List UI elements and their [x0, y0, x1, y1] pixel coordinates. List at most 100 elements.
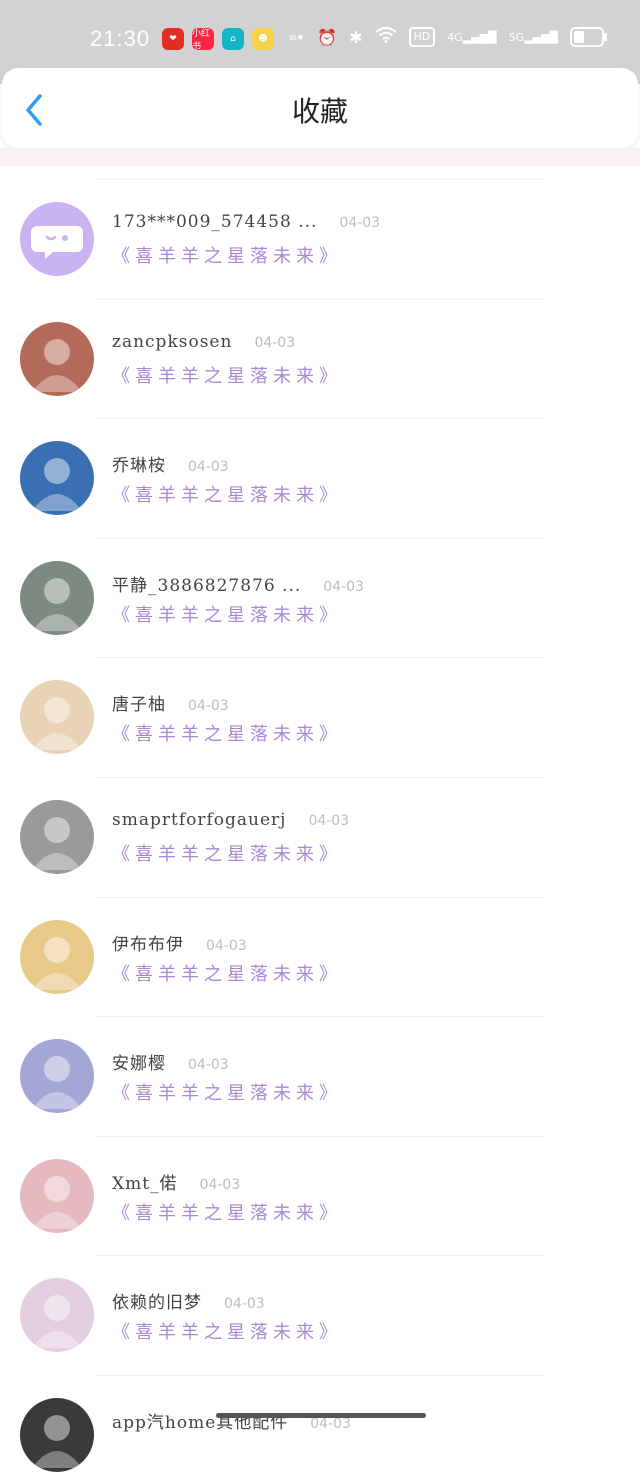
list-item[interactable]: 依赖的旧梦 04-03 《喜羊羊之星落未来》: [0, 1242, 640, 1362]
favorites-list: 173***009_574458 ... 04-03 《喜羊羊之星落未来》 zancp…: [0, 166, 640, 1482]
notification-app-icons: ❤ 小红书 ⌂ ☻ ✉: [162, 28, 304, 52]
alarm-icon: ⏰: [317, 27, 338, 47]
xiaohongshu-icon: 小红书: [192, 28, 214, 52]
user-photo-icon: [32, 697, 82, 751]
work-title[interactable]: 《喜羊羊之星落未来》: [112, 1199, 342, 1225]
list-item[interactable]: smaprtforfogauerj 04-03 《喜羊羊之星落未来》: [0, 764, 640, 884]
avatar[interactable]: [20, 919, 94, 994]
divider: [96, 1135, 544, 1137]
user-photo-icon: [32, 816, 82, 870]
name-row: zancpksosen 04-03: [112, 332, 295, 352]
list-item[interactable]: 安娜樱 04-03 《喜羊羊之星落未来》: [0, 1003, 640, 1123]
list-item[interactable]: Xmt_偌 04-03 《喜羊羊之星落未来》: [0, 1123, 640, 1243]
list-item[interactable]: 乔琳桉 04-03 《喜羊羊之星落未来》: [0, 405, 640, 525]
hd-badge: HD: [408, 27, 436, 47]
name-row: 安娜樱 04-03: [112, 1049, 229, 1074]
wifi-icon: [374, 27, 397, 47]
list-item[interactable]: 173***009_574458 ... 04-03 《喜羊羊之星落未来》: [0, 166, 640, 286]
avatar[interactable]: [20, 321, 94, 396]
username[interactable]: app汽home其他配件: [112, 1408, 288, 1433]
username[interactable]: zancpksosen: [112, 332, 232, 352]
divider: [96, 418, 544, 420]
username[interactable]: 唐子柚: [112, 690, 166, 715]
divider: [96, 1016, 544, 1018]
date: 04-03: [188, 698, 229, 715]
divider: [96, 537, 544, 539]
avatar[interactable]: [20, 441, 94, 516]
work-title[interactable]: 《喜羊羊之星落未来》: [112, 242, 342, 268]
page-title: 收藏: [291, 95, 348, 128]
name-row: smaprtforfogauerj 04-03: [112, 810, 349, 830]
avatar[interactable]: [20, 1397, 94, 1472]
battery-icon: [570, 27, 607, 47]
user-photo-icon: [32, 1056, 82, 1110]
date: 04-03: [254, 334, 296, 351]
name-row: 伊布布伊 04-03: [112, 930, 247, 955]
status-time: 21:30: [90, 26, 151, 51]
avatar[interactable]: [20, 799, 94, 874]
bluetooth-icon: ✱: [349, 27, 363, 47]
work-title[interactable]: 《喜羊羊之星落未来》: [112, 1318, 342, 1344]
work-title[interactable]: 《喜羊羊之星落未来》: [112, 1079, 342, 1105]
username[interactable]: 安娜樱: [112, 1049, 166, 1074]
date: 04-03: [199, 1176, 241, 1193]
user-photo-icon: [32, 1414, 82, 1468]
username[interactable]: 平静_3886827876 ...: [112, 571, 301, 596]
name-row: app汽home其他配件 04-03: [112, 1408, 351, 1433]
user-photo-icon: [32, 1295, 82, 1349]
name-row: 唐子柚 04-03: [112, 690, 229, 715]
avatar[interactable]: [20, 1158, 94, 1233]
user-photo-icon: [32, 577, 82, 631]
work-title[interactable]: 《喜羊羊之星落未来》: [112, 362, 342, 388]
date: 04-03: [188, 459, 229, 476]
cartoon-app-icon: ☻: [252, 28, 274, 50]
list-item[interactable]: 唐子柚 04-03 《喜羊羊之星落未来》: [0, 644, 640, 764]
username[interactable]: 173***009_574458 ...: [112, 212, 317, 232]
avatar[interactable]: [20, 1278, 94, 1353]
avatar[interactable]: [20, 560, 94, 635]
work-title[interactable]: 《喜羊羊之星落未来》: [112, 840, 342, 866]
date: 04-03: [339, 215, 381, 231]
status-indicators: • ⏰ ✱ HD 4G▂▄▆█ 5G▂▄▆█: [295, 27, 607, 47]
username[interactable]: smaprtforfogauerj: [112, 810, 286, 830]
home-app-icon: ⌂: [222, 28, 244, 50]
avatar[interactable]: [20, 680, 94, 755]
divider: [96, 298, 544, 300]
date: 04-03: [224, 1296, 265, 1313]
name-row: Xmt_偌 04-03: [112, 1169, 240, 1194]
work-title[interactable]: 《喜羊羊之星落未来》: [112, 601, 342, 627]
divider: [96, 657, 544, 659]
dot-icon: •: [295, 27, 306, 47]
name-row: 平静_3886827876 ... 04-03: [112, 571, 364, 596]
date: 04-03: [188, 1057, 229, 1074]
divider: [96, 896, 544, 898]
navigation-header: 收藏: [2, 68, 638, 148]
divider: [96, 1374, 544, 1376]
work-title[interactable]: 《喜羊羊之星落未来》: [112, 960, 342, 986]
list-item[interactable]: 平静_3886827876 ... 04-03 《喜羊羊之星落未来》: [0, 525, 640, 645]
work-title[interactable]: 《喜羊羊之星落未来》: [112, 481, 342, 507]
name-row: 173***009_574458 ... 04-03: [112, 212, 380, 232]
divider: [96, 776, 544, 778]
work-title[interactable]: 《喜羊羊之星落未来》: [112, 720, 342, 746]
date: 04-03: [206, 937, 247, 954]
user-photo-icon: [32, 338, 82, 392]
avatar[interactable]: [20, 202, 94, 276]
user-photo-icon: [32, 458, 82, 512]
divider: [96, 1255, 544, 1257]
date: 04-03: [308, 812, 350, 829]
avatar[interactable]: [20, 1039, 94, 1114]
name-row: 依赖的旧梦 04-03: [112, 1288, 265, 1313]
divider: [96, 179, 544, 180]
username[interactable]: Xmt_偌: [112, 1169, 178, 1194]
username[interactable]: 乔琳桉: [112, 451, 166, 476]
user-photo-icon: [32, 936, 82, 990]
username[interactable]: 依赖的旧梦: [112, 1288, 202, 1313]
list-item[interactable]: zancpksosen 04-03 《喜羊羊之星落未来》: [0, 286, 640, 406]
signal-5g-icon: 5G▂▄▆█: [508, 30, 558, 44]
home-indicator[interactable]: [216, 1413, 426, 1418]
date: 04-03: [323, 578, 364, 595]
username[interactable]: 伊布布伊: [112, 930, 184, 955]
list-item[interactable]: 伊布布伊 04-03 《喜羊羊之星落未来》: [0, 884, 640, 1004]
date: 04-03: [310, 1415, 351, 1432]
